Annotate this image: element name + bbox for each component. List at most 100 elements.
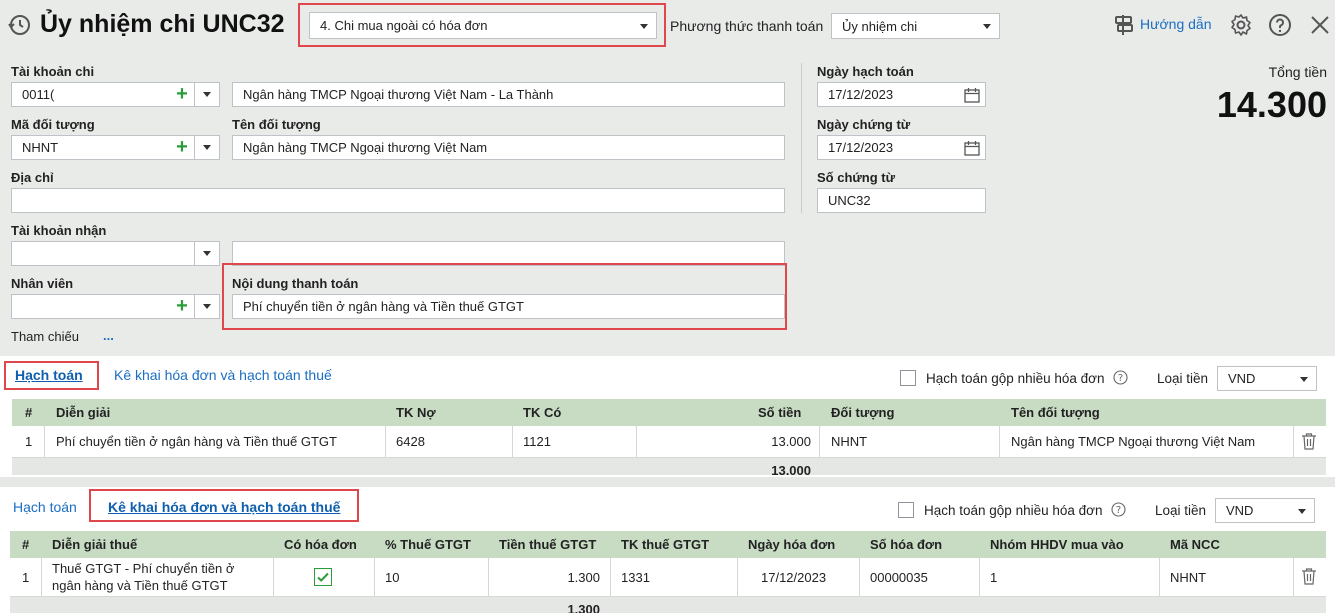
table-row[interactable]: 1 Phí chuyển tiền ở ngân hàng và Tiền th…: [12, 426, 1326, 458]
close-icon[interactable]: [1309, 14, 1331, 36]
employee-dropdown-button[interactable]: [194, 295, 219, 318]
tab-accounting-1[interactable]: Hạch toán: [15, 367, 83, 383]
row-desc[interactable]: Phí chuyển tiền ở ngân hàng và Tiền thuế…: [56, 426, 337, 457]
payment-content-field[interactable]: Phí chuyển tiền ở ngân hàng và Tiền thuế…: [232, 294, 785, 319]
sum-vat: 1.300: [567, 601, 600, 613]
payment-method-select[interactable]: Ủy nhiệm chi: [831, 13, 1000, 39]
voucher-no-value: UNC32: [828, 193, 871, 208]
payment-method-label: Phương thức thanh toán: [670, 18, 824, 34]
object-code-value: NHNT: [22, 140, 59, 155]
table-row[interactable]: 1 Thuế GTGT - Phí chuyển tiền ở ngân hàn…: [10, 558, 1326, 597]
currency-select-2[interactable]: VND: [1215, 498, 1315, 523]
col-header-has-invoice: Có hóa đơn: [284, 537, 357, 552]
currency-label-2: Loại tiền: [1155, 503, 1207, 518]
total-value: 14.300: [1216, 84, 1327, 125]
help-circle-icon[interactable]: ?: [1111, 502, 1126, 517]
calendar-icon[interactable]: [964, 140, 980, 159]
trash-icon[interactable]: [1301, 567, 1317, 588]
grid1-header: # Diễn giải TK Nợ TK Có Số tiền Đối tượn…: [12, 399, 1326, 426]
col-header-supplier: Mã NCC: [1170, 537, 1220, 552]
object-code-dropdown-button[interactable]: [194, 136, 219, 159]
reference-label: Tham chiếu: [11, 329, 79, 344]
grid2-header: # Diễn giải thuế Có hóa đơn % Thuế GTGT …: [10, 531, 1326, 558]
col-header-desc: Diễn giải: [56, 405, 111, 420]
help-icon[interactable]: [1268, 13, 1292, 37]
trash-icon[interactable]: [1301, 432, 1317, 453]
voucher-date-label: Ngày chứng từ: [817, 117, 911, 132]
row-vat-account[interactable]: 1331: [621, 558, 650, 596]
col-header-vat-rate: % Thuế GTGT: [385, 537, 471, 552]
row-tax-desc-line2: ngân hàng và Tiền thuế GTGT: [52, 578, 228, 593]
object-code-combo[interactable]: NHNT +: [11, 135, 220, 160]
employee-combo[interactable]: +: [11, 294, 220, 319]
help-circle-icon[interactable]: ?: [1113, 370, 1128, 385]
col-header-invoice-date: Ngày hóa đơn: [748, 537, 836, 552]
object-name-field[interactable]: Ngân hàng TMCP Ngoại thương Việt Nam: [232, 135, 785, 160]
calendar-icon[interactable]: [964, 87, 980, 106]
object-name-value: Ngân hàng TMCP Ngoại thương Việt Nam: [243, 140, 488, 155]
svg-text:?: ?: [1118, 373, 1123, 384]
account-combo[interactable]: 0011( +: [11, 82, 220, 107]
row-supplier[interactable]: NHNT: [1170, 558, 1206, 596]
row-object[interactable]: NHNT: [831, 426, 867, 457]
posting-date-field[interactable]: 17/12/2023: [817, 82, 986, 107]
tab-invoice-1[interactable]: Kê khai hóa đơn và hạch toán thuế: [114, 367, 332, 383]
gear-icon[interactable]: [1229, 13, 1253, 37]
currency-select-1[interactable]: VND: [1217, 366, 1317, 391]
add-employee-icon[interactable]: +: [171, 295, 193, 318]
row-goods-group[interactable]: 1: [990, 558, 997, 596]
employee-label: Nhân viên: [11, 276, 74, 291]
merge-invoices-checkbox-1[interactable]: [900, 370, 916, 386]
merge-invoices-label-2: Hạch toán gộp nhiều hóa đơn: [924, 503, 1103, 518]
guide-icon[interactable]: [1113, 13, 1135, 37]
row-tax-desc[interactable]: Thuế GTGT - Phí chuyển tiền ở ngân hàng …: [52, 560, 234, 594]
row-object-name[interactable]: Ngân hàng TMCP Ngoại thương Việt Nam: [1011, 426, 1255, 457]
row-no: 1: [25, 434, 33, 449]
col-header-vat-amount: Tiền thuế GTGT: [499, 537, 597, 552]
chevron-down-icon: [983, 24, 991, 29]
bank-name-field[interactable]: Ngân hàng TMCP Ngoại thương Việt Nam - L…: [232, 82, 785, 107]
row-amount[interactable]: 13.000: [771, 426, 811, 457]
chevron-down-icon: [203, 251, 211, 256]
svg-text:?: ?: [1116, 505, 1121, 516]
currency-label-1: Loại tiền: [1157, 371, 1209, 386]
voucher-no-field[interactable]: UNC32: [817, 188, 986, 213]
col-header-goods-group: Nhóm HHDV mua vào: [990, 537, 1124, 552]
currency-value-2: VND: [1226, 503, 1254, 518]
payment-method-value: Ủy nhiệm chi: [842, 18, 918, 34]
row-invoice-no[interactable]: 00000035: [870, 558, 928, 596]
tab-invoice-2[interactable]: Kê khai hóa đơn và hạch toán thuế: [108, 499, 340, 515]
row-tax-desc-line1: Thuế GTGT - Phí chuyển tiền ở: [52, 561, 235, 576]
page-title: Ủy nhiệm chi UNC32: [40, 10, 285, 38]
row-credit[interactable]: 1121: [523, 426, 551, 457]
receive-account-combo[interactable]: [11, 241, 220, 266]
row-debit[interactable]: 6428: [396, 426, 425, 457]
guide-link[interactable]: Hướng dẫn: [1140, 16, 1211, 32]
col-header-no: #: [25, 405, 33, 420]
col-header-amount: Số tiền: [758, 405, 802, 420]
voucher-type-value: 4. Chi mua ngoài có hóa đơn: [320, 18, 488, 33]
receive-account-dropdown-button[interactable]: [194, 242, 219, 265]
reference-more-link[interactable]: ...: [103, 328, 114, 343]
history-icon[interactable]: [7, 13, 31, 37]
col-header-vat-account: TK thuế GTGT: [621, 537, 710, 552]
add-object-icon[interactable]: +: [171, 136, 193, 159]
grid2-footer: 1.300: [10, 597, 1326, 613]
merge-invoices-checkbox-2[interactable]: [898, 502, 914, 518]
add-account-icon[interactable]: +: [171, 83, 193, 106]
has-invoice-checkbox[interactable]: [314, 568, 332, 586]
row-no: 1: [22, 569, 30, 585]
row-vat-amount[interactable]: 1.300: [567, 558, 600, 596]
voucher-type-select[interactable]: 4. Chi mua ngoài có hóa đơn: [309, 12, 657, 39]
voucher-date-field[interactable]: 17/12/2023: [817, 135, 986, 160]
payment-content-label: Nội dung thanh toán: [232, 276, 359, 291]
tab-accounting-2[interactable]: Hạch toán: [13, 499, 77, 515]
account-value: 0011(: [22, 87, 55, 102]
voucher-no-label: Số chứng từ: [817, 170, 896, 185]
row-invoice-date[interactable]: 17/12/2023: [761, 558, 826, 596]
address-field[interactable]: [11, 188, 785, 213]
col-header-no: #: [22, 537, 30, 552]
row-vat-rate[interactable]: 10: [385, 558, 399, 596]
col-header-credit: TK Có: [523, 405, 562, 420]
account-dropdown-button[interactable]: [194, 83, 219, 106]
